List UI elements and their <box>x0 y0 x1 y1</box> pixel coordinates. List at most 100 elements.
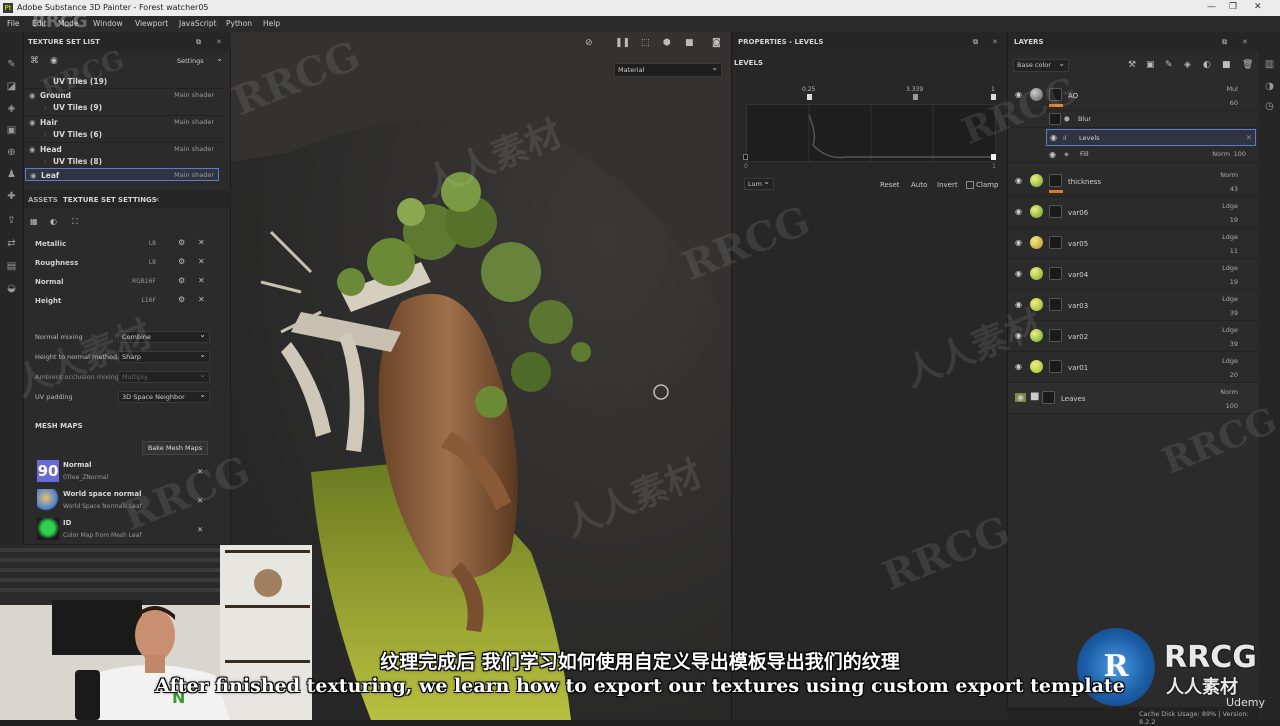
close-panel-icon[interactable]: ✕ <box>216 38 222 46</box>
visibility-icon[interactable]: ◉ <box>50 56 58 66</box>
eye-icon[interactable]: ◉ <box>29 91 36 100</box>
layer-thickness[interactable]: ◉ thickness Norm 43 <box>1008 166 1260 197</box>
layer-var04[interactable]: ◉ var04 Ldge 19 <box>1008 259 1260 290</box>
uv-padding-select[interactable]: 3D Space Neighbor <box>118 390 210 403</box>
list-item-leaf[interactable]: ◉ Leaf Main shader <box>25 168 219 181</box>
level-high-value[interactable]: 1 <box>991 86 995 93</box>
menu-python[interactable]: Python <box>226 19 252 28</box>
add-fill-layer-icon[interactable]: ◈ <box>1184 60 1191 70</box>
mask-thumbnail[interactable] <box>1049 267 1062 280</box>
grid-icon[interactable]: ⌘ <box>30 56 39 66</box>
layer-opacity[interactable]: 19 <box>1230 216 1238 224</box>
float-icon[interactable]: ⧉ <box>196 38 201 47</box>
list-item-head[interactable]: ◉ Head Main shader <box>24 142 224 155</box>
menu-file[interactable]: File <box>7 19 20 28</box>
effect-fill[interactable]: ◉ ◈ Fill Norm 100 <box>1008 146 1260 163</box>
layer-opacity[interactable]: 20 <box>1230 371 1238 379</box>
picker-icon[interactable]: ✚ <box>5 190 18 203</box>
gear-icon[interactable]: ⚙ <box>178 257 185 266</box>
gear-icon[interactable]: ⚙ <box>178 295 185 304</box>
settings-dropdown[interactable]: Settings <box>174 54 226 68</box>
pause-icon[interactable]: ❚❚ <box>615 38 630 48</box>
material-mode-select[interactable]: Material <box>614 62 722 77</box>
add-effect-icon[interactable]: ▣ <box>1146 60 1155 70</box>
geometry-mask-icon[interactable]: ▣ <box>5 124 18 137</box>
low-handle[interactable] <box>807 94 812 100</box>
eye-icon[interactable]: ◉ <box>30 171 37 180</box>
levels-channel-select[interactable]: Lum <box>744 177 774 190</box>
layer-opacity[interactable]: 100 <box>1226 402 1238 410</box>
scene-icon[interactable]: ▤ <box>5 260 18 273</box>
channel-format[interactable]: L16F <box>132 297 156 304</box>
export-icon[interactable]: ⇪ <box>5 214 18 227</box>
output-high-handle[interactable] <box>991 154 996 160</box>
close-tab-icon[interactable]: ✕ <box>154 196 160 204</box>
gear-icon[interactable]: ⚙ <box>178 238 185 247</box>
remove-icon[interactable]: ✕ <box>198 257 205 266</box>
layer-blend-mode[interactable]: Ldge <box>1222 264 1238 272</box>
layer-var03[interactable]: ◉ var03 Ldge 39 <box>1008 290 1260 321</box>
layer-blend-mode[interactable]: Norm <box>1220 171 1238 179</box>
tab-assets[interactable]: ASSETS <box>28 196 58 204</box>
layer-opacity[interactable]: 39 <box>1230 340 1238 348</box>
close-panel-icon[interactable]: ✕ <box>992 38 998 46</box>
channel-format[interactable]: RGB16F <box>124 278 156 285</box>
level-low-value[interactable]: 0.25 <box>802 86 815 93</box>
level-mid-value[interactable]: 3.339 <box>906 86 923 93</box>
hide-icon[interactable]: ⊘ <box>585 38 593 48</box>
minimize-icon[interactable]: — <box>1207 2 1216 12</box>
remove-icon[interactable]: ✕ <box>197 525 203 534</box>
eye-icon[interactable]: ◉ <box>29 145 36 154</box>
effect-levels[interactable]: ◉ ıl Levels ✕ <box>1046 129 1256 146</box>
list-item-hair[interactable]: ◉ Hair Main shader <box>24 115 224 128</box>
layer-blend-mode[interactable]: Ldge <box>1222 295 1238 303</box>
layer-var05[interactable]: ◉ var05 Ldge 11 <box>1008 228 1260 259</box>
layer-var01[interactable]: ◉ var01 Ldge 20 <box>1008 352 1260 383</box>
eye-icon[interactable]: ◉ <box>1050 133 1057 142</box>
ao-mixing-select[interactable]: Multiply <box>118 370 210 383</box>
list-item-uv-tiles-6[interactable]: › UV Tiles (6) <box>24 128 224 141</box>
add-channel-icon[interactable]: ▦ <box>30 217 38 226</box>
eraser-icon[interactable]: ◪ <box>5 80 18 93</box>
share-icon[interactable]: ⇄ <box>5 237 18 250</box>
maximize-icon[interactable]: ❐ <box>1229 2 1237 12</box>
layers-channel-select[interactable]: Base color <box>1013 58 1069 72</box>
eye-icon[interactable]: ◉ <box>29 118 36 127</box>
menu-javascript[interactable]: JavaScript <box>179 19 217 28</box>
layer-blend-mode[interactable]: Ldge <box>1222 202 1238 210</box>
effect-opacity[interactable]: 100 <box>1234 150 1246 158</box>
layer-opacity[interactable]: 60 <box>1230 99 1238 107</box>
layer-blend-mode[interactable]: Mul <box>1226 85 1238 93</box>
menu-window[interactable]: Window <box>93 19 123 28</box>
layer-blend-mode[interactable]: Ldge <box>1222 357 1238 365</box>
camera-icon[interactable]: ■ <box>685 38 694 48</box>
mask-thumbnail[interactable] <box>1049 329 1062 342</box>
projection-icon[interactable]: ◈ <box>5 102 18 115</box>
mask-thumbnail[interactable] <box>1049 174 1062 187</box>
clone-icon[interactable]: ⊕ <box>5 146 18 159</box>
mid-handle[interactable] <box>913 94 918 100</box>
float-icon[interactable]: ⧉ <box>973 38 978 47</box>
close-window-icon[interactable]: ✕ <box>1254 2 1262 12</box>
smudge-icon[interactable]: ♟ <box>5 168 18 181</box>
gear-icon[interactable]: ⚙ <box>178 276 185 285</box>
delete-layer-icon[interactable]: 🗑 <box>1242 60 1253 70</box>
display-settings-icon[interactable]: ◑ <box>1263 80 1276 93</box>
output-low-handle[interactable] <box>743 154 748 160</box>
layer-blend-mode[interactable]: Norm <box>1220 388 1238 396</box>
shelf-icon[interactable]: ◒ <box>5 282 18 295</box>
cube-icon[interactable]: ⬢ <box>663 38 671 48</box>
clamp-checkbox[interactable] <box>966 181 974 189</box>
layer-blend-mode[interactable]: Ldge <box>1222 233 1238 241</box>
menu-help[interactable]: Help <box>263 19 280 28</box>
magic-wand-icon[interactable]: ⚒ <box>1128 60 1136 70</box>
eye-icon[interactable]: ◉ <box>1015 238 1022 247</box>
add-paint-layer-icon[interactable]: ✎ <box>1165 60 1173 70</box>
layer-opacity[interactable]: 39 <box>1230 309 1238 317</box>
eye-icon[interactable]: ◉ <box>1015 269 1022 278</box>
remove-icon[interactable]: ✕ <box>198 276 205 285</box>
sphere-icon[interactable]: ◐ <box>50 217 57 226</box>
layer-opacity[interactable]: 19 <box>1230 278 1238 286</box>
screenshot-icon[interactable]: ◙ <box>712 38 721 48</box>
remove-effect-icon[interactable]: ✕ <box>1246 133 1252 142</box>
